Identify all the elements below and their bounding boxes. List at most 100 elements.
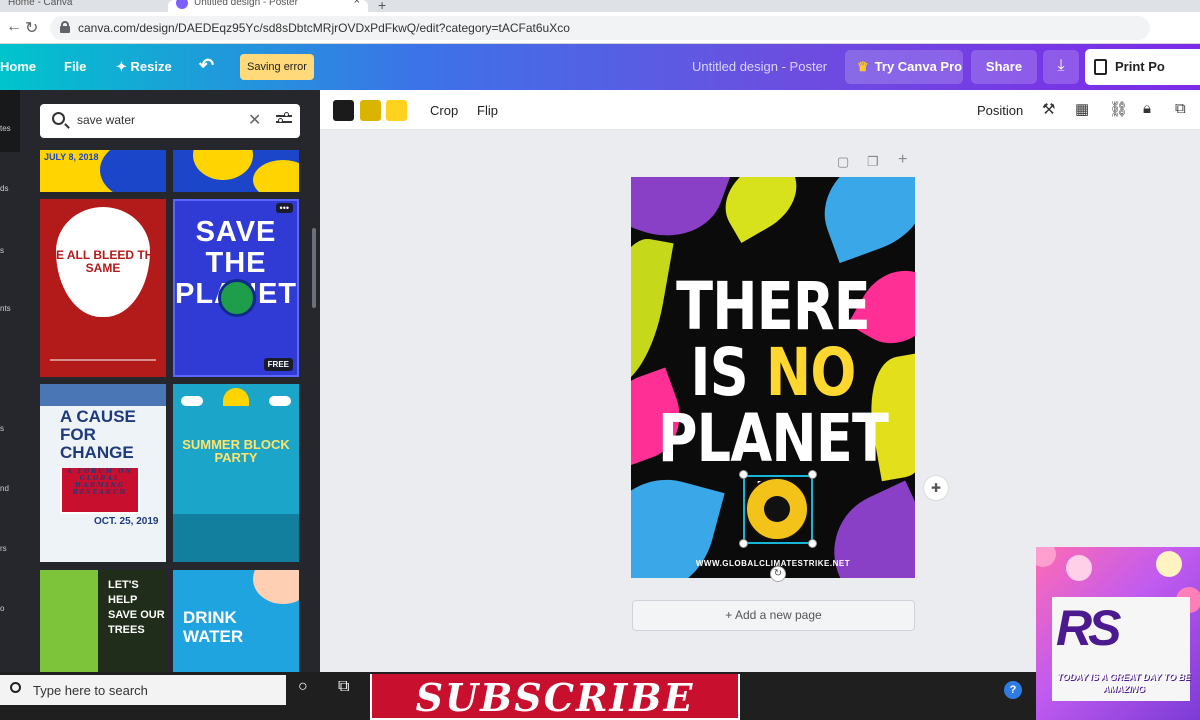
decor-sea: [173, 514, 299, 562]
download-icon[interactable]: ⤓: [1043, 50, 1079, 84]
poster-line-1[interactable]: THERE: [657, 273, 890, 341]
try-canva-pro-button[interactable]: ♛ Try Canva Pro: [845, 50, 963, 84]
position-button[interactable]: Position: [977, 103, 1023, 118]
decor-band: [40, 384, 166, 406]
rail-item-more[interactable]: o: [0, 604, 4, 613]
resize-handle[interactable]: [739, 539, 748, 548]
browser-tab-strip: Home - Canva Untitled design - Poster × …: [0, 0, 1200, 13]
search-icon: [10, 682, 21, 693]
add-page-icon[interactable]: +: [898, 151, 907, 169]
add-note-icon[interactable]: ▢: [837, 154, 849, 170]
leaf-shape: [808, 177, 915, 264]
crown-icon: ♛: [857, 59, 869, 74]
channel-logo-text: RS: [1056, 600, 1121, 656]
address-bar[interactable]: canva.com/design/DAEDEqz95Yc/sd8sDbtcMRj…: [50, 16, 1150, 40]
reload-icon[interactable]: ↻: [25, 18, 38, 38]
file-menu[interactable]: File: [64, 59, 86, 74]
color-swatch-yellow[interactable]: [386, 100, 407, 121]
template-thumb-waves[interactable]: [173, 150, 299, 192]
template-text: A CAUSE FOR CHANGE: [60, 407, 136, 462]
template-text: SUMMER BLOCK PARTY: [182, 437, 290, 465]
back-icon[interactable]: ←: [6, 18, 22, 36]
browser-tab-design[interactable]: Untitled design - Poster ×: [168, 0, 368, 12]
rail-item-background[interactable]: nd: [0, 484, 9, 493]
clear-search-icon[interactable]: ✕: [248, 110, 261, 130]
color-swatch-black[interactable]: [333, 100, 354, 121]
cloud-icon: [181, 396, 203, 406]
rail-item-photos[interactable]: s: [0, 246, 4, 255]
browser-toolbar: ← ↻ canva.com/design/DAEDEqz95Yc/sd8sDbt…: [0, 12, 1200, 44]
rail-item-elements[interactable]: nts: [0, 304, 11, 313]
flower-icon: [1066, 555, 1092, 581]
canva-favicon-icon: [176, 0, 188, 9]
print-icon: [1094, 59, 1107, 75]
add-comment-icon[interactable]: ✚: [923, 475, 949, 501]
channel-logo-overlay: RS TODAY IS A GREAT DAY TO BE AMAZING: [1036, 547, 1200, 720]
home-button[interactable]: Home: [0, 59, 36, 74]
decor-shape: [193, 150, 253, 180]
template-thumb-drink-water[interactable]: DRINK WATER: [173, 570, 299, 672]
add-new-page-button[interactable]: + Add a new page: [632, 600, 915, 631]
filter-icon[interactable]: [276, 112, 292, 127]
rail-item-uploads[interactable]: ds: [0, 184, 8, 193]
print-label: Print Po: [1115, 59, 1165, 74]
rail-item-folders[interactable]: rs: [0, 544, 7, 553]
template-thumb-save-trees[interactable]: LET'S HELP SAVE OUR TREES: [40, 570, 166, 672]
rail-selected-bg: [0, 152, 20, 672]
design-title[interactable]: Untitled design - Poster: [692, 59, 827, 74]
template-thumb-save-the-planet[interactable]: SAVE THE PLANET ••• FREE: [173, 199, 299, 377]
template-text: DRINK WATER: [183, 608, 244, 646]
canva-header: Home File ✦ Resize ↶ Saving error Untitl…: [0, 44, 1200, 90]
resize-handle[interactable]: [739, 470, 748, 479]
color-swatch-gold[interactable]: [360, 100, 381, 121]
crop-button[interactable]: Crop: [430, 103, 458, 118]
search-icon: [52, 112, 65, 125]
poster-line-2[interactable]: IS NO: [657, 339, 890, 407]
tab-title: Home - Canva: [8, 0, 73, 8]
undo-icon[interactable]: ↶: [199, 55, 214, 76]
globe-icon: [218, 279, 256, 317]
tree-icon: [40, 570, 98, 672]
taskbar-search-input[interactable]: Type here to search: [0, 675, 286, 705]
selection-box: [743, 475, 813, 544]
template-thumb-summer-party[interactable]: SUMMER BLOCK PARTY: [173, 384, 299, 562]
share-button[interactable]: Share: [971, 50, 1037, 84]
lock-icon[interactable]: 🔒︎: [1143, 100, 1151, 117]
edit-toolbar: Crop Flip Position ⚒ ▦ ⛓ 🔒︎ ⧉: [320, 90, 1200, 130]
rotate-icon[interactable]: ↻: [770, 566, 786, 582]
resize-handle[interactable]: [808, 539, 817, 548]
rail-item-text[interactable]: s: [0, 424, 4, 433]
copy-style-icon[interactable]: ⧉: [1175, 100, 1186, 117]
paint-roller-icon[interactable]: ⚒: [1042, 100, 1055, 118]
flower-icon: [1036, 547, 1056, 567]
template-search-input[interactable]: save water ✕: [40, 104, 300, 138]
transparency-icon[interactable]: ▦: [1075, 100, 1089, 118]
task-view-icon[interactable]: ⧉: [338, 678, 349, 696]
lock-icon: [60, 21, 70, 33]
link-icon[interactable]: ⛓: [1109, 100, 1128, 118]
free-badge: FREE: [263, 358, 293, 371]
template-thumb-blood-drive[interactable]: WE ALL BLEED THE SAME: [40, 199, 166, 377]
resize-button[interactable]: ✦ Resize: [116, 59, 172, 75]
flip-button[interactable]: Flip: [477, 103, 498, 118]
rail-item-templates[interactable]: tes: [0, 124, 11, 133]
decor-shape: [253, 160, 299, 192]
template-date: OCT. 25, 2019: [94, 516, 159, 527]
close-tab-icon[interactable]: ×: [354, 0, 360, 7]
duplicate-page-icon[interactable]: ❐: [867, 154, 879, 170]
panel-scrollbar[interactable]: [312, 228, 316, 308]
cortana-icon[interactable]: ○: [298, 678, 308, 696]
resize-handle[interactable]: [808, 470, 817, 479]
template-thumb-cause-for-change[interactable]: A CAUSE FOR CHANGE A FORUM ON GLOBAL WAR…: [40, 384, 166, 562]
decor-wave: [100, 150, 166, 192]
try-pro-label: Try Canva Pro: [874, 59, 963, 74]
template-thumb-event[interactable]: JULY 8, 2018: [40, 150, 166, 192]
more-options-icon[interactable]: •••: [275, 203, 293, 213]
magic-icon: ✦: [116, 59, 127, 74]
side-nav-rail: tes ds s nts s nd rs o: [0, 90, 20, 672]
browser-tab-home[interactable]: Home - Canva: [0, 0, 165, 12]
print-poster-button[interactable]: Print Po: [1085, 49, 1200, 85]
screen: Home - Canva Untitled design - Poster × …: [0, 0, 1200, 720]
saving-status-badge[interactable]: Saving error: [240, 54, 314, 80]
help-tray-icon[interactable]: ?: [1004, 681, 1022, 699]
